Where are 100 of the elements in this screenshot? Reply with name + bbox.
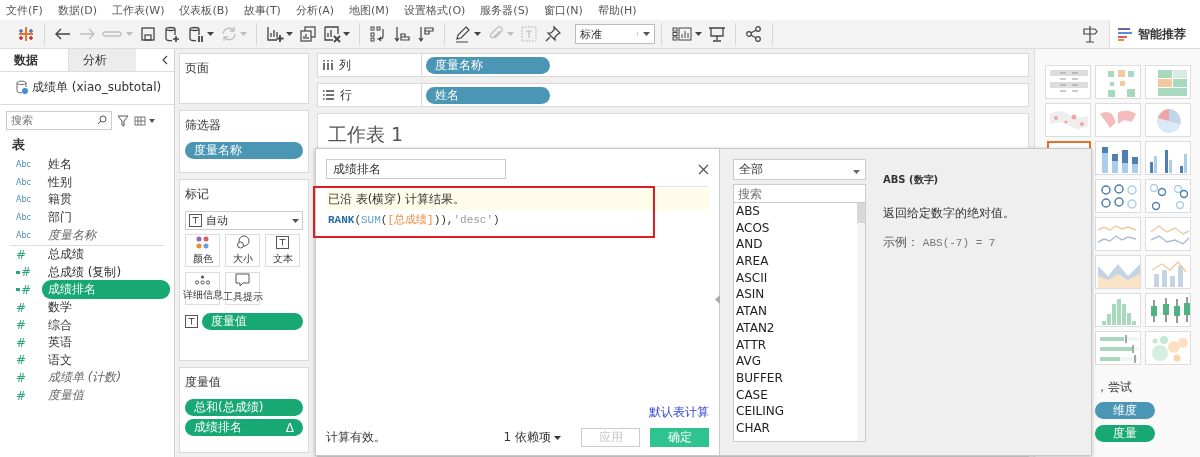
duplicate-chart-icon[interactable]: [299, 25, 317, 43]
field-item[interactable]: 成绩单 (计数): [42, 368, 128, 388]
close-icon[interactable]: [698, 163, 709, 175]
mark-property-button[interactable]: 文本: [265, 234, 300, 267]
menu-item[interactable]: 窗口(N): [543, 2, 583, 18]
field-item[interactable]: 数学: [42, 298, 78, 318]
field-item[interactable]: 姓名: [42, 155, 78, 175]
menu-item[interactable]: 帮助(H): [597, 2, 637, 18]
new-chart-icon[interactable]: [266, 25, 284, 43]
scrollbar[interactable]: [857, 203, 865, 441]
caret-icon[interactable]: [286, 32, 293, 36]
field-item[interactable]: 籍贯: [42, 190, 78, 210]
menu-item[interactable]: 工作表(W): [112, 2, 165, 18]
database-plus-icon[interactable]: [163, 25, 181, 43]
chart-type-thumbnail[interactable]: [1095, 293, 1141, 327]
datasource-name[interactable]: 成绩单 (xiao_subtotal): [32, 78, 162, 96]
field-item[interactable]: 综合: [42, 315, 78, 335]
field-item[interactable]: 度量名称: [42, 225, 102, 245]
sort-ascending-icon[interactable]: [393, 25, 411, 43]
menu-item[interactable]: 数据(D): [57, 2, 97, 18]
chart-type-thumbnail[interactable]: [1095, 103, 1141, 137]
logo-icon[interactable]: [17, 25, 35, 43]
chart-type-thumbnail[interactable]: [1045, 103, 1091, 137]
function-item[interactable]: AVG: [736, 353, 761, 370]
menu-item[interactable]: 服务器(S): [480, 2, 529, 18]
caret-icon[interactable]: [343, 32, 350, 36]
fit-dropdown[interactable]: 标准: [575, 24, 655, 44]
caret-icon[interactable]: [695, 32, 702, 36]
chart-type-thumbnail[interactable]: [1145, 179, 1191, 213]
clear-chart-icon[interactable]: [323, 25, 341, 43]
function-item[interactable]: ABS: [736, 203, 760, 220]
function-item[interactable]: AREA: [736, 253, 769, 270]
menu-item[interactable]: 分析(A): [295, 2, 334, 18]
database-pause-icon[interactable]: [187, 25, 205, 43]
function-item[interactable]: CHAR: [736, 419, 770, 437]
function-item[interactable]: CEILING: [736, 403, 784, 420]
chart-type-thumbnail[interactable]: [1045, 65, 1091, 99]
formula-code[interactable]: RANK(SUM([总成绩])),'desc'): [326, 210, 709, 229]
chart-type-thumbnail[interactable]: [1145, 217, 1191, 251]
function-item[interactable]: ATAN2: [736, 319, 775, 337]
smart-recommend-tab[interactable]: 智能推荐: [1109, 20, 1200, 48]
function-item[interactable]: ACOS: [736, 219, 770, 237]
category-dropdown[interactable]: 全部: [733, 159, 866, 180]
chart-type-thumbnail[interactable]: [1145, 65, 1191, 99]
pen-icon[interactable]: [454, 25, 472, 43]
chart-type-thumbnail[interactable]: [1145, 331, 1191, 365]
calculation-name-field[interactable]: 成绩排名: [326, 159, 506, 179]
menu-item[interactable]: 故事(T): [243, 2, 281, 18]
mark-property-button[interactable]: 颜色: [185, 234, 220, 267]
function-search-field[interactable]: 搜索: [733, 184, 866, 202]
field-item[interactable]: 英语: [42, 333, 78, 353]
mark-property-button[interactable]: 大小: [225, 234, 260, 267]
show-cards-icon[interactable]: [671, 25, 693, 43]
chart-type-thumbnail[interactable]: [1095, 141, 1141, 175]
signpost-icon[interactable]: [1081, 25, 1099, 43]
chart-type-thumbnail[interactable]: [1095, 179, 1141, 213]
chart-type-thumbnail[interactable]: [1145, 293, 1191, 327]
presentation-icon[interactable]: [708, 25, 726, 43]
function-item[interactable]: ATTR: [736, 336, 767, 354]
function-item[interactable]: CASE: [736, 386, 768, 404]
sort-descending-icon[interactable]: [417, 25, 435, 43]
menu-item[interactable]: 设置格式(O): [404, 2, 466, 18]
chart-type-thumbnail[interactable]: [1145, 103, 1191, 137]
collapse-icon[interactable]: [162, 55, 168, 65]
pin-icon[interactable]: [544, 25, 562, 43]
mark-type-dropdown[interactable]: 自动: [185, 211, 303, 230]
share-icon[interactable]: [745, 25, 763, 43]
function-item[interactable]: ATAN: [736, 303, 767, 320]
field-item[interactable]: 性别: [42, 172, 78, 192]
chart-type-thumbnail[interactable]: [1095, 331, 1141, 365]
pane-tab[interactable]: 分析: [68, 49, 136, 71]
menu-item[interactable]: 地图(M): [349, 2, 390, 18]
field-item[interactable]: 语文: [42, 350, 78, 370]
menu-item[interactable]: 仪表板(B): [179, 2, 229, 18]
save-icon[interactable]: [139, 25, 157, 43]
swap-icon[interactable]: [369, 25, 387, 43]
list-view-icon[interactable]: [134, 115, 156, 126]
caret-icon[interactable]: [637, 32, 650, 36]
caret-icon[interactable]: [853, 169, 860, 174]
caret-icon[interactable]: [292, 218, 299, 223]
field-item[interactable]: 部门: [42, 208, 78, 228]
dependencies-dropdown[interactable]: 1 依赖项: [503, 429, 561, 446]
field-item[interactable]: 度量值: [42, 386, 90, 405]
default-table-calc-link[interactable]: 默认表计算: [649, 404, 709, 421]
chart-type-thumbnail[interactable]: [1095, 255, 1141, 289]
chart-type-thumbnail[interactable]: [1145, 141, 1191, 175]
function-item[interactable]: ASIN: [736, 286, 765, 304]
caret-icon[interactable]: [554, 435, 561, 440]
function-item[interactable]: AND: [736, 236, 763, 254]
chart-type-thumbnail[interactable]: [1095, 217, 1141, 251]
search-field[interactable]: 搜索: [6, 111, 112, 130]
field-item[interactable]: 总成绩 (复制): [42, 262, 128, 282]
function-item[interactable]: ASCII: [736, 269, 768, 287]
chart-type-thumbnail[interactable]: [1095, 65, 1141, 99]
field-item[interactable]: 总成绩: [42, 245, 90, 265]
function-item[interactable]: BUFFER: [736, 369, 783, 387]
filter-icon[interactable]: [117, 114, 129, 127]
caret-icon[interactable]: [474, 32, 481, 36]
menu-item[interactable]: 文件(F): [6, 2, 43, 18]
caret-icon[interactable]: [207, 32, 214, 36]
